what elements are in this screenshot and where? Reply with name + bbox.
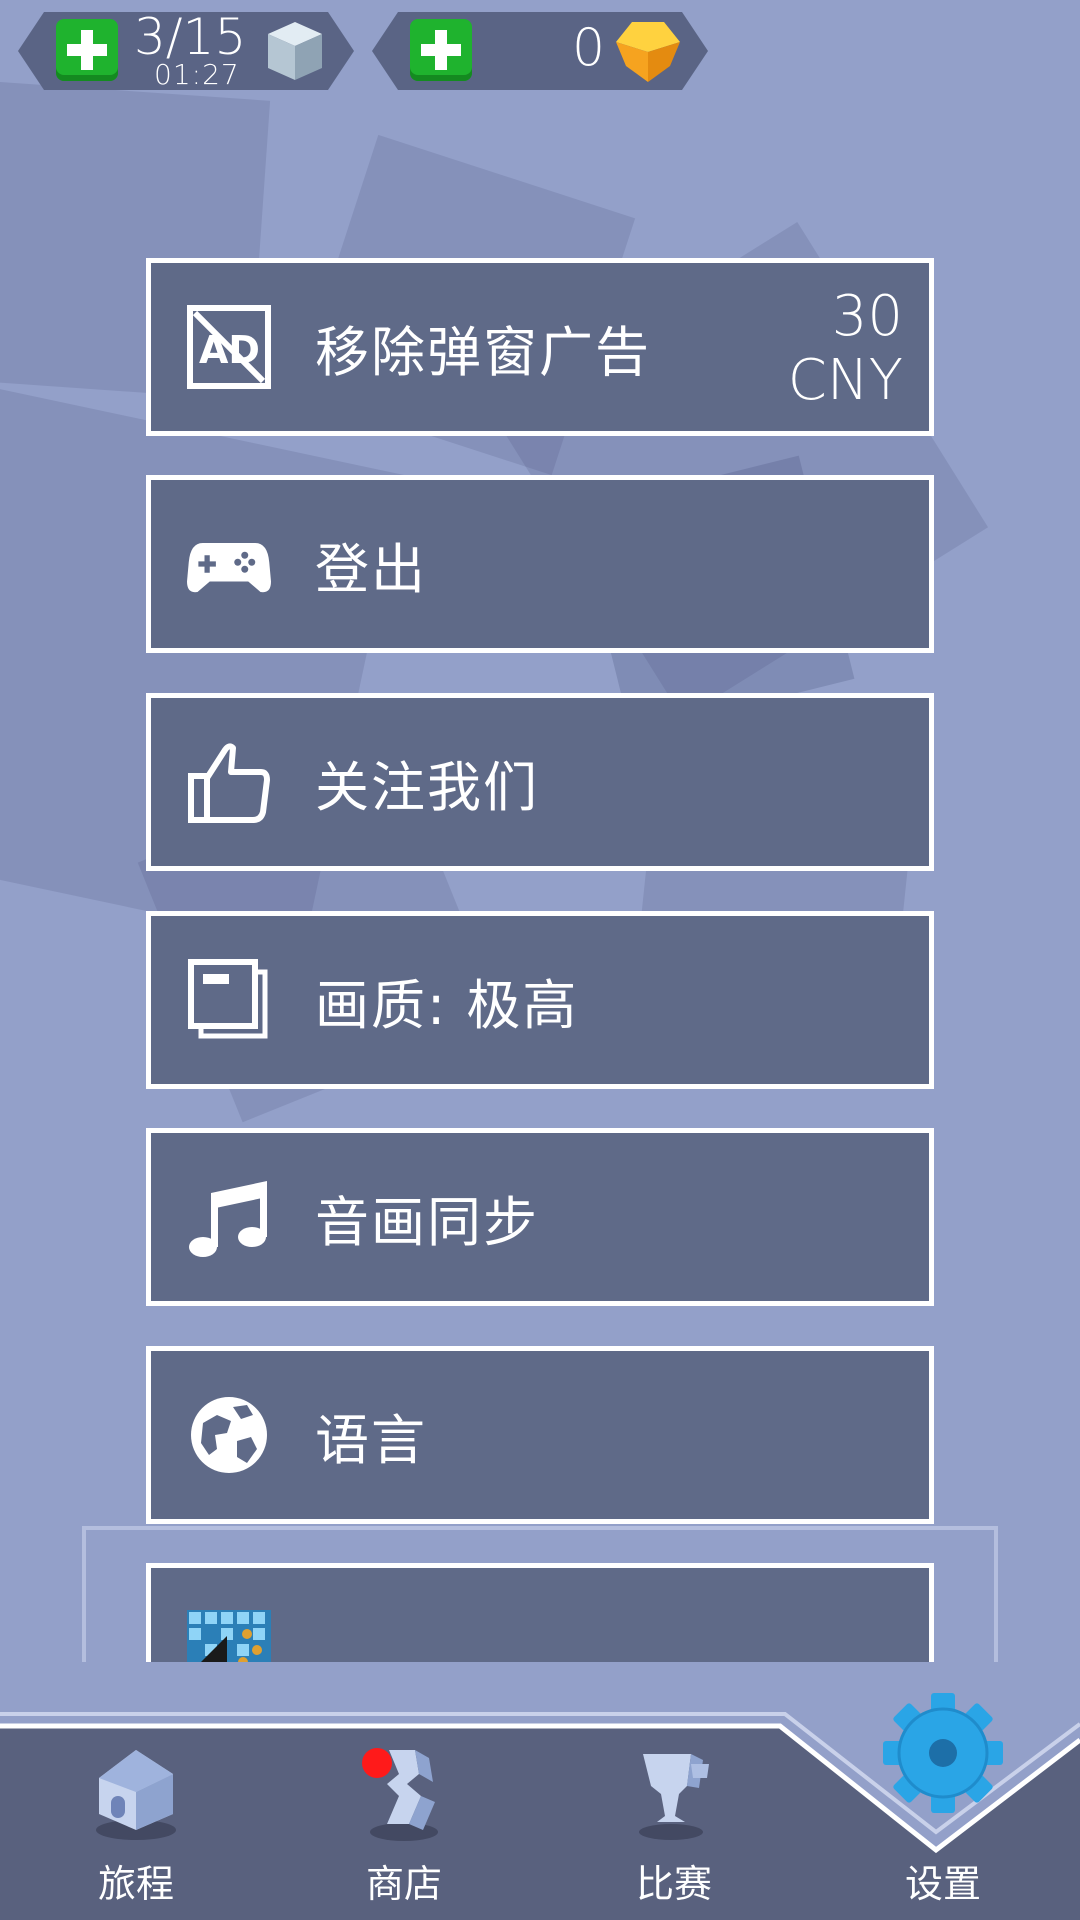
thumbs-up-icon	[188, 743, 270, 823]
remove-ads-label: 移除弹窗广告	[315, 320, 651, 384]
tab-contest[interactable]: 比赛	[574, 1700, 774, 1920]
price-currency: CNY	[787, 348, 903, 413]
graphics-quality-icon	[188, 959, 268, 1039]
tab-journey-label: 旅程	[97, 1862, 174, 1906]
tab-journey[interactable]: 旅程	[36, 1700, 236, 1920]
gear-icon	[883, 1693, 1003, 1813]
tab-shop-label: 商店	[365, 1862, 442, 1906]
trophy-icon	[639, 1754, 709, 1840]
house-icon	[96, 1750, 176, 1840]
remove-ads-price: 30 CNY	[788, 285, 903, 413]
music-note-icon	[189, 1181, 267, 1257]
graphics-quality-label: 画质: 极高	[315, 973, 579, 1037]
more-games-button[interactable]	[146, 1563, 934, 1662]
tab-settings-label: 设置	[904, 1862, 981, 1906]
gamepad-icon	[187, 543, 271, 593]
puzzle-game-icon	[187, 1610, 271, 1662]
bottom-nav: 旅程 商店 比赛 设置	[0, 1693, 1080, 1920]
language-label: 语言	[315, 1408, 427, 1472]
globe-icon	[191, 1397, 267, 1473]
av-sync-label: 音画同步	[315, 1190, 539, 1254]
price-amount: 30	[831, 284, 903, 349]
follow-us-label: 关注我们	[315, 755, 539, 819]
tab-shop[interactable]: 商店	[304, 1700, 504, 1920]
settings-menu: AD 移除弹窗广告 30 CNY 登出 关注我们	[0, 0, 1080, 1662]
logout-label: 登出	[315, 537, 427, 601]
remove-ads-button[interactable]: AD 移除弹窗广告 30 CNY	[146, 258, 934, 436]
language-button[interactable]: 语言	[146, 1346, 934, 1524]
tab-contest-label: 比赛	[635, 1862, 712, 1906]
follow-us-button[interactable]: 关注我们	[146, 693, 934, 871]
graphics-quality-button[interactable]: 画质: 极高	[146, 911, 934, 1089]
logout-button[interactable]: 登出	[146, 475, 934, 653]
tab-settings[interactable]: 设置	[843, 1693, 1043, 1920]
av-sync-button[interactable]: 音画同步	[146, 1128, 934, 1306]
notification-badge	[362, 1748, 392, 1778]
no-ads-icon: AD	[187, 305, 271, 389]
